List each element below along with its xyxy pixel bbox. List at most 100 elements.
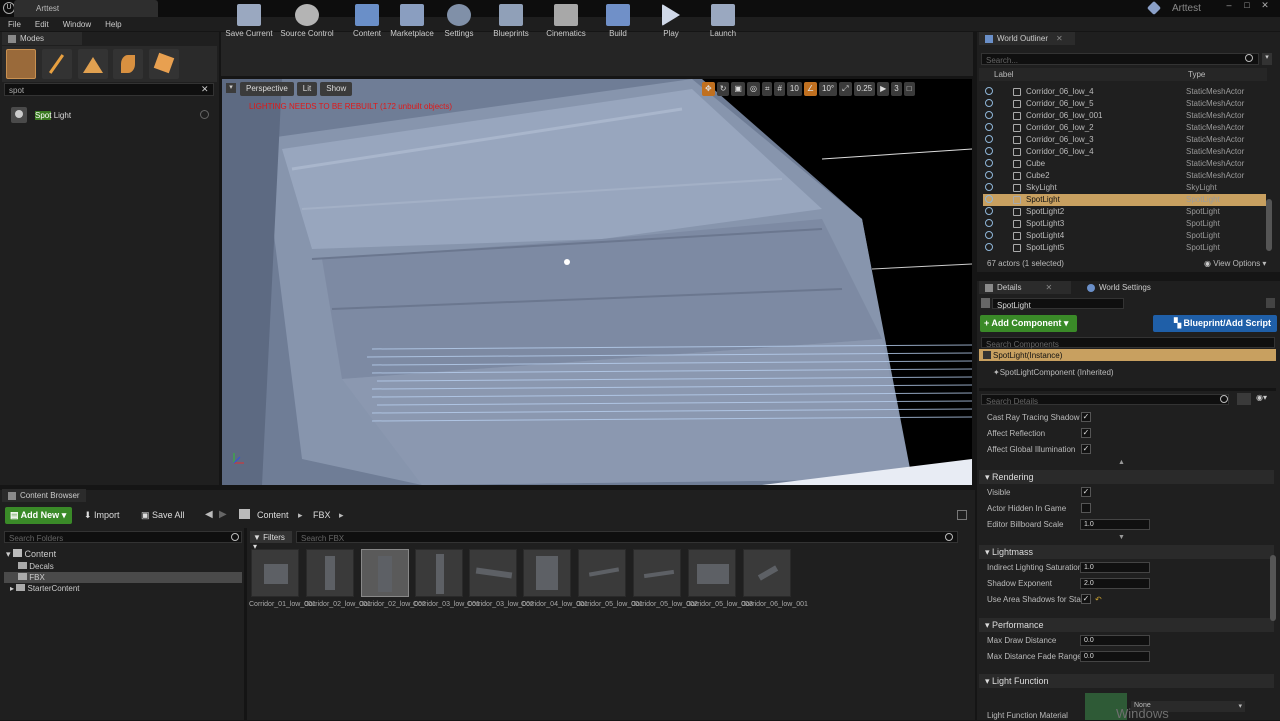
rotate-tool-icon[interactable]: ↻ <box>716 82 730 96</box>
property-matrix-icon[interactable] <box>1237 393 1251 405</box>
tab-details[interactable]: Details ✕ <box>979 281 1071 294</box>
hidden-in-game-checkbox[interactable] <box>1081 503 1091 513</box>
cinematics-button[interactable]: Cinematics <box>539 2 593 42</box>
visibility-eye-icon[interactable] <box>985 147 993 155</box>
fade-range-input[interactable]: 0.0 <box>1080 651 1150 662</box>
visibility-eye-icon[interactable] <box>985 123 993 131</box>
info-icon[interactable] <box>200 110 209 119</box>
outliner-row[interactable]: Corridor_06_low_4 StaticMeshActor <box>983 146 1266 158</box>
blueprints-button[interactable]: Blueprints <box>484 2 538 42</box>
asset-thumbnail[interactable] <box>688 549 736 597</box>
landscape-mode-icon[interactable] <box>78 49 108 79</box>
close-tab-icon[interactable]: ✕ <box>1056 34 1063 43</box>
actor-name-field[interactable]: SpotLight <box>992 298 1124 310</box>
camera-speed-icon[interactable]: ▶ <box>877 82 890 96</box>
shadow-exponent-input[interactable]: 2.0 <box>1080 578 1150 589</box>
rotation-snap-icon[interactable]: ∠ <box>803 82 817 96</box>
menu-window[interactable]: Window <box>63 20 91 29</box>
place-mode-icon[interactable] <box>6 49 36 79</box>
light-function-section-header[interactable]: ▾ Light Function <box>979 674 1274 688</box>
visibility-eye-icon[interactable] <box>985 159 993 167</box>
path-separator-2[interactable]: ▸ <box>339 510 344 521</box>
menu-file[interactable]: File <box>8 20 21 29</box>
maximize-viewport-icon[interactable]: □ <box>903 82 915 96</box>
paint-mode-icon[interactable] <box>42 49 72 79</box>
outliner-row[interactable]: SpotLight5 SpotLight <box>983 242 1266 254</box>
collapse-advanced-icon[interactable]: ▲ <box>1118 459 1125 466</box>
add-new-button[interactable]: ▤ Add New ▾ <box>5 507 72 524</box>
reset-default-icon[interactable]: ↶ <box>1095 595 1102 604</box>
tab-world-settings[interactable]: World Settings <box>1081 281 1177 294</box>
outliner-row[interactable]: Corridor_06_low_5 StaticMeshActor <box>983 98 1266 110</box>
details-view-options-icon[interactable]: ◉▾ <box>1256 393 1274 405</box>
lit-button[interactable]: Lit <box>296 82 318 96</box>
asset-thumbnail[interactable] <box>578 549 626 597</box>
outliner-row[interactable]: Corridor_06_low_3 StaticMeshActor <box>983 134 1266 146</box>
expand-advanced-icon[interactable]: ▼ <box>1118 534 1125 541</box>
build-button[interactable]: Build <box>591 2 645 42</box>
import-button[interactable]: ⬇ Import <box>84 510 120 521</box>
visibility-eye-icon[interactable] <box>985 243 993 251</box>
path-separator-1[interactable]: ▸ <box>298 510 303 521</box>
asset-thumbnail[interactable] <box>251 549 299 597</box>
settings-button[interactable]: Settings <box>432 2 486 42</box>
geometry-mode-icon[interactable] <box>149 49 179 79</box>
show-button[interactable]: Show <box>320 82 353 96</box>
tab-modes[interactable]: Modes <box>2 32 82 45</box>
visibility-eye-icon[interactable] <box>985 207 993 215</box>
lock-content-browser-icon[interactable] <box>957 510 967 520</box>
asset-thumbnail[interactable] <box>743 549 791 597</box>
visible-checkbox[interactable]: ✓ <box>1081 487 1091 497</box>
maximize-button[interactable]: □ <box>1240 0 1254 12</box>
add-component-button[interactable]: + Add Component ▾ <box>980 315 1077 332</box>
tree-item-fbx[interactable]: FBX <box>18 573 45 582</box>
tree-item-decals[interactable]: Decals <box>18 562 54 571</box>
path-content[interactable]: Content <box>257 510 289 520</box>
source-control-button[interactable]: Source Control <box>280 2 334 42</box>
outliner-row[interactable]: SpotLight2 SpotLight <box>983 206 1266 218</box>
outliner-row[interactable]: Corridor_06_low_2 StaticMeshActor <box>983 122 1266 134</box>
viewport-options-button[interactable]: ▾ <box>226 83 236 93</box>
level-viewport[interactable] <box>222 79 972 485</box>
component-root-row[interactable]: SpotLight(Instance) <box>979 349 1276 361</box>
scale-tool-icon[interactable]: ▣ <box>731 82 745 96</box>
menu-help[interactable]: Help <box>105 20 121 29</box>
asset-thumbnail[interactable] <box>469 549 517 597</box>
indirect-saturation-input[interactable]: 1.0 <box>1080 562 1150 573</box>
search-components-input[interactable]: Search Components <box>981 337 1275 349</box>
component-child-row[interactable]: ✦SpotLightComponent (Inherited) <box>993 368 1114 377</box>
outliner-row[interactable]: Corridor_06_low_4 StaticMeshActor <box>983 86 1266 98</box>
menu-edit[interactable]: Edit <box>35 20 49 29</box>
grid-snap-icon[interactable]: # <box>774 82 785 96</box>
perspective-button[interactable]: Perspective <box>240 82 294 96</box>
outliner-row[interactable]: Cube StaticMeshActor <box>983 158 1266 170</box>
tree-item-content[interactable]: ▾ Content <box>6 549 56 560</box>
outliner-row[interactable]: SpotLight SpotLight <box>983 194 1266 206</box>
play-button[interactable]: Play <box>644 2 698 42</box>
outliner-row[interactable]: SpotLight3 SpotLight <box>983 218 1266 230</box>
asset-thumbnail[interactable] <box>306 549 354 597</box>
launch-button[interactable]: Launch <box>696 2 750 42</box>
save-current-button[interactable]: Save Current <box>222 2 276 42</box>
move-tool-icon[interactable]: ✥ <box>702 82 715 96</box>
visibility-eye-icon[interactable] <box>985 111 993 119</box>
visibility-eye-icon[interactable] <box>985 171 993 179</box>
modes-search-input[interactable]: spot <box>4 83 214 96</box>
world-local-icon[interactable]: ◎ <box>746 82 760 96</box>
level-tab[interactable]: Arttest <box>14 0 158 17</box>
path-fbx[interactable]: FBX <box>313 510 331 520</box>
clear-search-icon[interactable]: ✕ <box>201 84 209 95</box>
asset-thumbnail[interactable] <box>633 549 681 597</box>
rendering-section-header[interactable]: ▾ Rendering <box>979 470 1274 484</box>
visibility-eye-icon[interactable] <box>985 135 993 143</box>
blueprint-add-script-button[interactable]: ▚ Blueprint/Add Script <box>1153 315 1277 332</box>
outliner-row[interactable]: Corridor_06_low_001 StaticMeshActor <box>983 110 1266 122</box>
lock-icon[interactable] <box>1266 298 1275 308</box>
close-details-tab-icon[interactable]: ✕ <box>1045 283 1052 292</box>
foliage-mode-icon[interactable] <box>113 49 143 79</box>
max-draw-distance-input[interactable]: 0.0 <box>1080 635 1150 646</box>
outliner-view-button[interactable]: ▾ <box>1262 53 1272 65</box>
surface-snap-icon[interactable]: ⌗ <box>761 82 773 96</box>
tab-world-outliner[interactable]: World Outliner ✕ <box>979 32 1075 45</box>
performance-section-header[interactable]: ▾ Performance <box>979 618 1274 632</box>
